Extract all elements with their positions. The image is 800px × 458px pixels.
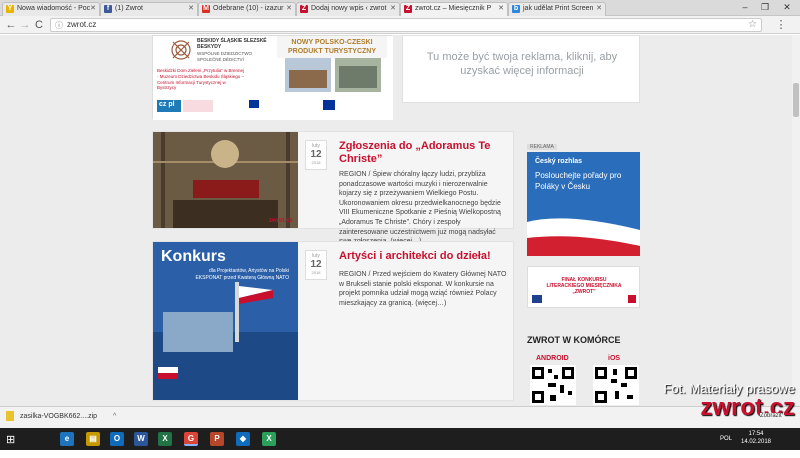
browser-tab-active[interactable]: Z zwrot.cz – Miesięcznik P ✕ xyxy=(400,2,508,16)
clock-time: 17:54 xyxy=(748,431,764,437)
android-qr-code[interactable] xyxy=(530,365,576,405)
close-icon[interactable]: ✕ xyxy=(188,3,194,15)
banner-title: BESKIDY ŚLĄSKIE SLEZSKÉ BESKYDY xyxy=(197,38,267,50)
yahoo-mail-icon: Y xyxy=(6,5,14,13)
clock-date: 14.02.2018 xyxy=(740,439,772,445)
tab-label: Nowa wiadomość - Poc xyxy=(17,5,91,12)
tourism-banner[interactable]: BESKIDY ŚLĄSKIE SLEZSKÉ BESKYDY WSPÓLNE … xyxy=(152,35,393,120)
gmail-icon: M xyxy=(202,5,210,13)
android-label: ANDROID xyxy=(536,355,569,362)
post-date-year: 2018 xyxy=(311,270,321,275)
browser-tab[interactable]: Y Nowa wiadomość - Poc ✕ xyxy=(2,2,100,16)
post-date: luty 12 2018 xyxy=(305,140,327,170)
close-icon[interactable]: ✕ xyxy=(90,3,96,15)
browser-tab[interactable]: b jak udělat Print Screen ✕ xyxy=(508,2,606,16)
browser-menu-button[interactable]: ⋮ xyxy=(774,18,788,32)
edge-icon[interactable]: e xyxy=(60,432,74,446)
download-item[interactable]: zasilka-VOGBK662....zip ^ xyxy=(6,411,116,423)
outlook-icon[interactable]: O xyxy=(110,432,124,446)
thumb-title: Konkurs xyxy=(161,248,226,265)
literary-contest-ad[interactable]: FINAŁ KONKURSU LITERACKIEGO MIESIĘCZNIKA… xyxy=(527,266,640,308)
close-icon[interactable]: ✕ xyxy=(596,3,602,15)
back-button[interactable]: ← xyxy=(4,18,18,32)
czpl-logo: cz pl xyxy=(159,101,175,108)
post-date-year: 2018 xyxy=(311,160,321,165)
zoom-tooltip: Zobrazit xyxy=(760,413,782,419)
tab-label: Dodaj nowy wpis ‹ zwrot xyxy=(311,5,387,12)
teamviewer-icon[interactable]: ◆ xyxy=(236,432,250,446)
post-date-day: 12 xyxy=(310,149,322,160)
zwrot-mobile-heading: ZWROT W KOMÓRCE xyxy=(527,335,621,345)
page-viewport: BESKIDY ŚLĄSKIE SLEZSKÉ BESKYDY WSPÓLNE … xyxy=(0,35,792,406)
windows-start-button[interactable]: ⊞ xyxy=(6,433,15,446)
article-title-link[interactable]: Zgłoszenia do „Adoramus Te Christe” xyxy=(339,140,505,166)
banner-partners: Beskidzki Dom Zieleni „Przytulia” w Bren… xyxy=(157,68,245,91)
download-bar: zasilka-VOGBK662....zip ^ xyxy=(0,406,800,428)
powerpoint-icon[interactable]: P xyxy=(210,432,224,446)
close-icon[interactable]: ✕ xyxy=(390,3,396,15)
word-icon[interactable]: W xyxy=(134,432,148,446)
bookmark-star-icon[interactable]: ☆ xyxy=(748,19,757,30)
cr-logo: Český rozhlas xyxy=(535,158,583,165)
banner-subtitle: WSPÓLNE DZIEDZICTWO SPOLEČNÉ DĚDICTVÍ xyxy=(197,51,252,62)
tab-strip: Y Nowa wiadomość - Poc ✕ f (1) Zwrot ✕ M… xyxy=(0,0,800,16)
close-window-button[interactable]: ✕ xyxy=(780,1,794,14)
scrollbar-thumb[interactable] xyxy=(793,83,799,117)
ad-label: REKLAMA xyxy=(527,144,557,150)
ios-label: iOS xyxy=(608,355,621,362)
taskbar: ⊞ e ▤ O W X G P ◆ X POL 17:54 14.02.2018 xyxy=(0,428,800,450)
close-icon[interactable]: ✕ xyxy=(286,3,292,15)
download-filename: zasilka-VOGBK662....zip xyxy=(20,413,98,420)
chrome-icon[interactable]: G xyxy=(184,432,198,446)
url-text[interactable]: zwrot.cz xyxy=(67,20,96,29)
article-thumbnail[interactable] xyxy=(153,132,298,228)
spreadsheet-icon[interactable]: X xyxy=(262,432,276,446)
tab-label: zwrot.cz – Miesięcznik P xyxy=(415,5,492,12)
maximize-button[interactable]: ❐ xyxy=(758,1,772,14)
article-card[interactable]: zwrot.cz luty 12 2018 Zgłoszenia do „Ado… xyxy=(152,131,514,245)
tab-label: Odebrane (10) - izazur xyxy=(213,5,284,12)
cesky-rozhlas-ad[interactable]: Český rozhlas Poslouchejte pořady pro Po… xyxy=(527,152,640,256)
zwrot-icon: Z xyxy=(404,5,412,13)
thumb-caption: zwrot.cz xyxy=(269,218,293,224)
bing-icon: b xyxy=(512,5,520,13)
article-excerpt: REGION / Przed wejściem do Kwatery Główn… xyxy=(339,271,507,307)
ad-placeholder[interactable]: Tu może być twoja reklama, kliknij, aby … xyxy=(402,35,640,103)
zwrot-icon: Z xyxy=(300,5,308,13)
reload-button[interactable]: C xyxy=(32,18,46,32)
ios-qr-code[interactable] xyxy=(593,365,639,405)
tab-label: (1) Zwrot xyxy=(115,5,143,12)
close-icon[interactable]: ✕ xyxy=(498,3,504,15)
zip-file-icon xyxy=(6,411,14,422)
facebook-icon: f xyxy=(104,5,112,13)
post-date: luty 12 2018 xyxy=(305,250,327,280)
toolbar: ← → C ⓘ zwrot.cz ☆ ⋮ xyxy=(0,16,800,34)
clock[interactable]: 17:54 14.02.2018 xyxy=(738,430,774,452)
article-excerpt: REGION / Śpiew chóralny łączy ludzi, prz… xyxy=(339,171,501,245)
address-bar[interactable]: ⓘ zwrot.cz ☆ xyxy=(50,18,762,32)
article-title-link[interactable]: Artyści i architekci do dzieła! xyxy=(339,250,505,263)
banner-headline: NOWY POLSKO-CZESKI PRODUKT TURYSTYCZNY xyxy=(287,39,377,55)
article-card[interactable]: Konkurs dla Projektantów, Artystów na Po… xyxy=(152,241,514,401)
excel-icon[interactable]: X xyxy=(158,432,172,446)
post-date-day: 12 xyxy=(310,259,322,270)
language-indicator[interactable]: POL xyxy=(720,436,732,458)
cr-ad-graphic xyxy=(527,152,640,256)
file-explorer-icon[interactable]: ▤ xyxy=(86,432,100,446)
page-scrollbar[interactable] xyxy=(792,35,800,406)
forward-button[interactable]: → xyxy=(18,18,32,32)
contest-logos xyxy=(532,295,636,303)
download-options-caret[interactable]: ^ xyxy=(113,413,116,420)
browser-tab[interactable]: f (1) Zwrot ✕ xyxy=(100,2,198,16)
info-icon[interactable]: ⓘ xyxy=(55,20,63,31)
ad-placeholder-text: Tu może być twoja reklama, kliknij, aby … xyxy=(426,51,618,77)
thumb-subtitle: dla Projektantów, Artystów na Polski EKS… xyxy=(195,268,289,281)
cr-slogan: Poslouchejte pořady pro Poláky v Česku xyxy=(535,171,622,191)
tab-label: jak udělat Print Screen xyxy=(523,5,594,12)
browser-tab[interactable]: Z Dodaj nowy wpis ‹ zwrot ✕ xyxy=(296,2,400,16)
minimize-button[interactable]: – xyxy=(738,1,752,14)
browser-tab[interactable]: M Odebrane (10) - izazur ✕ xyxy=(198,2,296,16)
